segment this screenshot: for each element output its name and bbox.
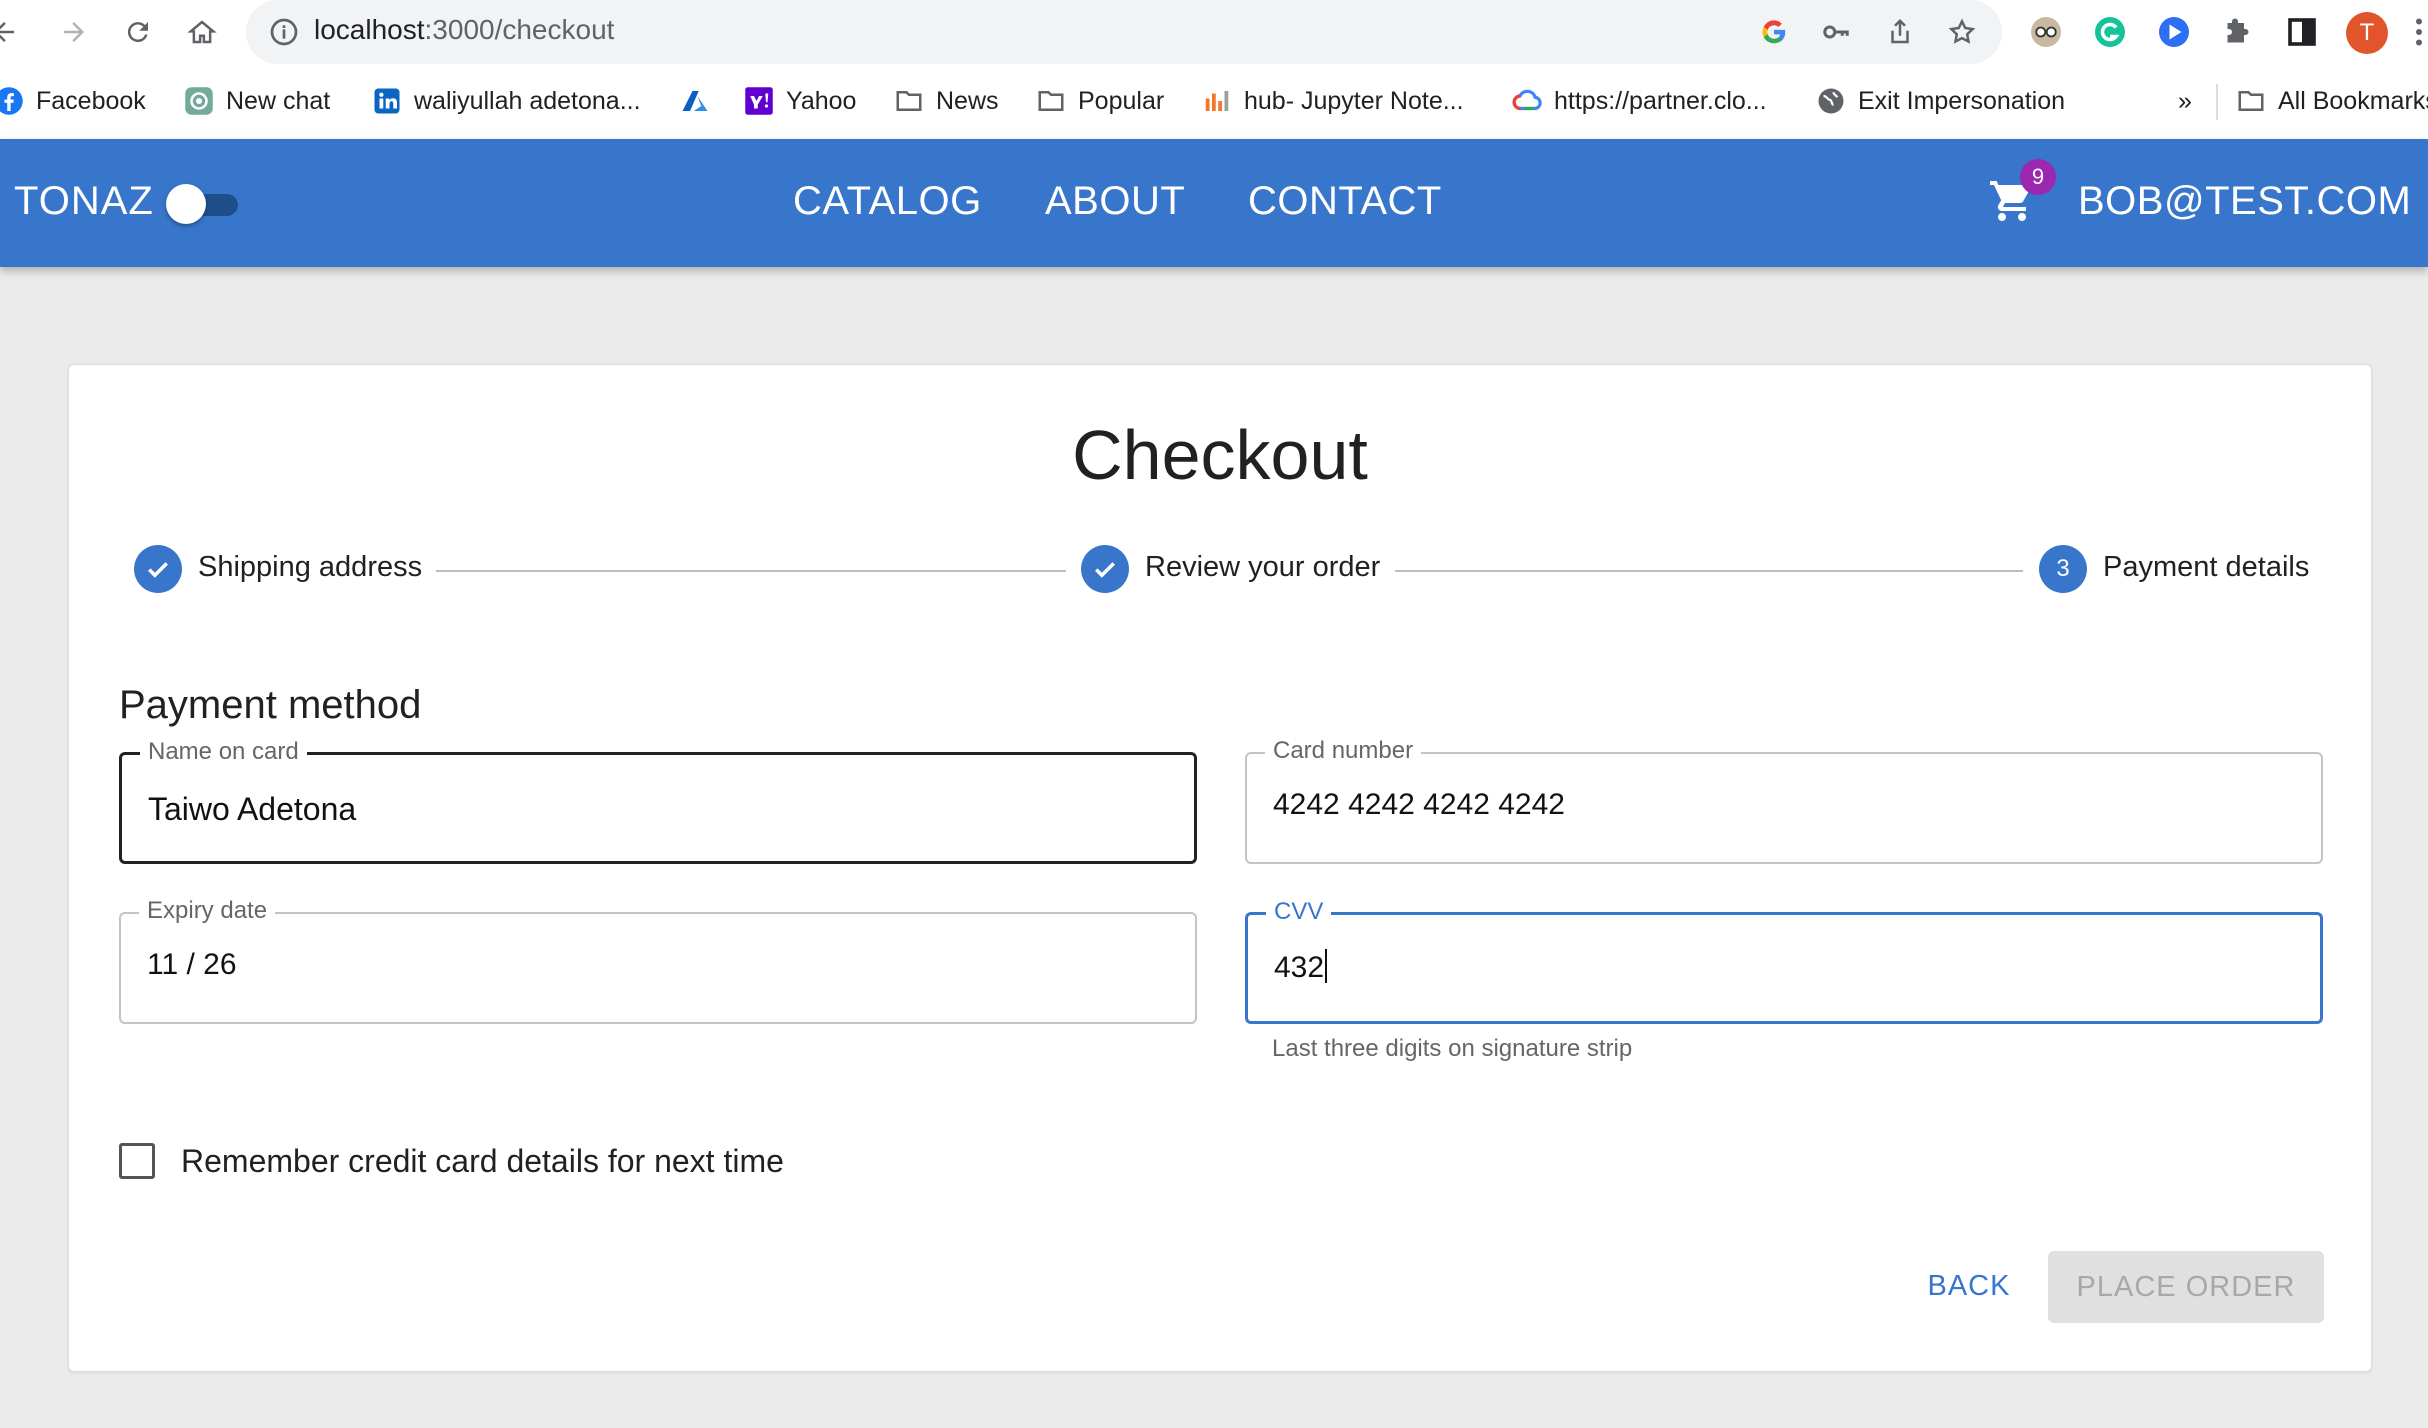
bookmark-folder-popular[interactable]: Popular bbox=[1036, 78, 1164, 124]
linkedin-icon bbox=[372, 86, 402, 116]
bookmarks-bar: Facebook New chat waliyullah adetona... … bbox=[0, 78, 2428, 124]
browser-chrome: localhost:3000/checkout T Facebook New c… bbox=[0, 0, 2428, 139]
messenger-extension-icon[interactable] bbox=[2154, 12, 2194, 52]
bookmark-linkedin[interactable]: waliyullah adetona... bbox=[372, 78, 641, 124]
user-account[interactable]: BOB@TEST.COM bbox=[2078, 179, 2411, 224]
step-connector bbox=[436, 570, 1066, 572]
bookmark-folder-news[interactable]: News bbox=[894, 78, 999, 124]
toggle-thumb bbox=[166, 184, 206, 224]
star-icon[interactable] bbox=[1944, 14, 1980, 50]
field-label: Name on card bbox=[140, 738, 307, 766]
expiry-date-field[interactable]: Expiry date 11 / 26 bbox=[119, 897, 1197, 1024]
step-complete-check-icon bbox=[1081, 545, 1129, 593]
place-order-button[interactable]: PLACE ORDER bbox=[2048, 1251, 2324, 1323]
section-title: Payment method bbox=[119, 683, 422, 727]
site-info-icon[interactable] bbox=[268, 16, 300, 48]
folder-icon bbox=[2236, 86, 2266, 116]
name-on-card-field[interactable]: Name on card Taiwo Adetona bbox=[119, 738, 1197, 864]
url-text[interactable]: localhost:3000/checkout bbox=[314, 14, 614, 46]
grammarly-icon[interactable] bbox=[2090, 12, 2130, 52]
profile-avatar[interactable]: T bbox=[2346, 12, 2388, 54]
bookmark-azure[interactable] bbox=[680, 78, 710, 124]
bookmark-yahoo[interactable]: Yahoo bbox=[744, 78, 856, 124]
remember-card-label[interactable]: Remember credit card details for next ti… bbox=[181, 1143, 784, 1180]
step-connector bbox=[1395, 570, 2023, 572]
share-icon[interactable] bbox=[1882, 14, 1918, 50]
google-cloud-icon bbox=[1512, 86, 1542, 116]
remember-card-checkbox[interactable] bbox=[119, 1143, 155, 1179]
jupyter-icon bbox=[1202, 86, 1232, 116]
cart-count-badge: 9 bbox=[2020, 159, 2056, 195]
nav-about[interactable]: ABOUT bbox=[1045, 179, 1185, 224]
theme-toggle[interactable] bbox=[166, 181, 242, 227]
extension-eyes-icon[interactable] bbox=[2026, 12, 2066, 52]
step-number-active: 3 bbox=[2039, 545, 2087, 593]
bookmarks-divider bbox=[2216, 84, 2218, 120]
address-bar[interactable]: localhost:3000/checkout bbox=[246, 0, 2002, 64]
cvv-field[interactable]: CVV 432 bbox=[1245, 898, 2323, 1024]
field-label: CVV bbox=[1266, 898, 1332, 926]
checkout-card: Checkout Shipping address Review your or… bbox=[68, 364, 2372, 1372]
reload-icon[interactable] bbox=[120, 14, 156, 50]
card-number-field[interactable]: Card number 4242 4242 4242 4242 bbox=[1245, 737, 2323, 864]
folder-icon bbox=[894, 86, 924, 116]
field-value: 432 bbox=[1274, 951, 1325, 984]
bookmarks-overflow[interactable]: » bbox=[2178, 78, 2192, 124]
bookmark-google-cloud[interactable]: https://partner.clo... bbox=[1512, 78, 1767, 124]
text-caret bbox=[1325, 949, 1328, 983]
more-menu-icon[interactable] bbox=[2410, 14, 2428, 50]
step-label-review: Review your order bbox=[1145, 551, 1381, 583]
nav-catalog[interactable]: CATALOG bbox=[793, 179, 982, 224]
side-panel-icon[interactable] bbox=[2282, 12, 2322, 52]
nav-contact[interactable]: CONTACT bbox=[1248, 179, 1442, 224]
field-value[interactable]: 4242 4242 4242 4242 bbox=[1273, 788, 1565, 822]
globe-icon bbox=[1816, 86, 1846, 116]
yahoo-icon bbox=[744, 86, 774, 116]
step-label-payment: Payment details bbox=[2103, 551, 2310, 583]
step-complete-check-icon bbox=[134, 545, 182, 593]
key-icon[interactable] bbox=[1818, 14, 1854, 50]
bookmark-new-chat[interactable]: New chat bbox=[184, 78, 330, 124]
bookmark-jupyter[interactable]: hub- Jupyter Note... bbox=[1202, 78, 1464, 124]
all-bookmarks[interactable]: All Bookmarks bbox=[2236, 78, 2428, 124]
azure-icon bbox=[680, 86, 710, 116]
cvv-helper-text: Last three digits on signature strip bbox=[1272, 1035, 1633, 1062]
field-value[interactable]: Taiwo Adetona bbox=[148, 791, 356, 828]
field-label: Expiry date bbox=[139, 897, 276, 925]
field-value[interactable]: 11 / 26 bbox=[147, 948, 237, 982]
field-label: Card number bbox=[1265, 737, 1422, 765]
brand-logo[interactable]: TONAZ bbox=[14, 179, 154, 224]
google-icon[interactable] bbox=[1756, 14, 1792, 50]
openai-icon bbox=[184, 86, 214, 116]
bookmark-facebook[interactable]: Facebook bbox=[0, 78, 146, 124]
bookmark-exit-impersonation[interactable]: Exit Impersonation bbox=[1816, 78, 2065, 124]
home-icon[interactable] bbox=[184, 14, 220, 50]
back-arrow-icon[interactable] bbox=[0, 14, 22, 50]
back-button[interactable]: BACK bbox=[1907, 1251, 2031, 1321]
puzzle-extensions-icon[interactable] bbox=[2218, 12, 2258, 52]
step-label-shipping: Shipping address bbox=[198, 551, 423, 583]
folder-icon bbox=[1036, 86, 1066, 116]
app-header: TONAZ CATALOG ABOUT CONTACT 9 BOB@TEST.C… bbox=[0, 139, 2428, 267]
facebook-icon bbox=[0, 86, 24, 116]
forward-arrow-icon[interactable] bbox=[56, 14, 92, 50]
page-title: Checkout bbox=[1072, 416, 1368, 494]
field-value-wrap[interactable]: 432 bbox=[1274, 949, 1328, 985]
